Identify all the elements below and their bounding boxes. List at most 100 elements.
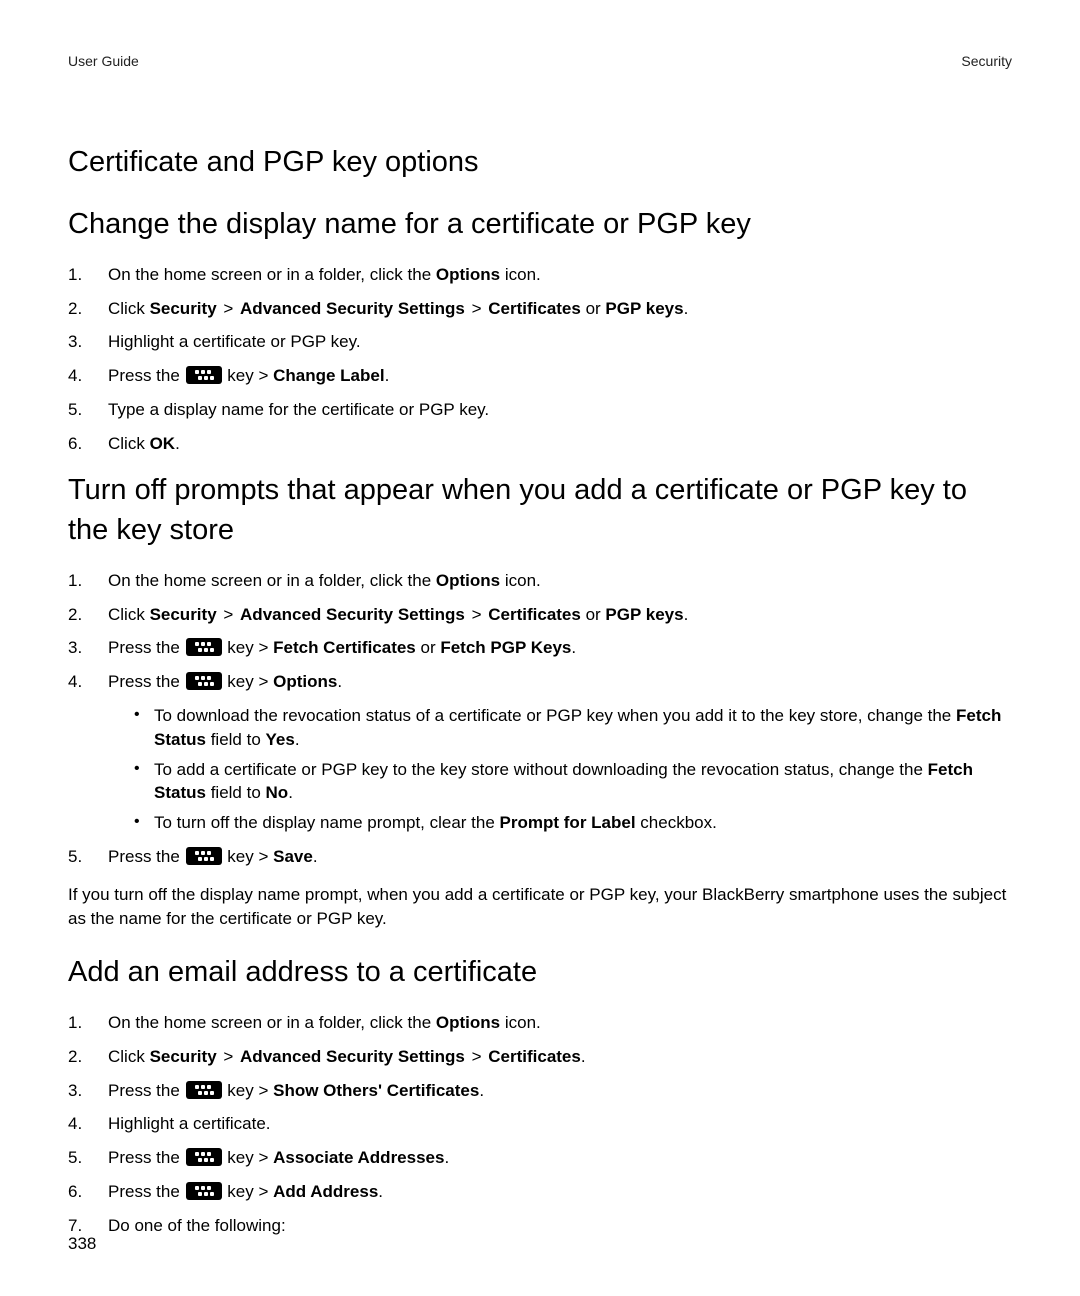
bold: Security xyxy=(150,605,217,624)
section-a-title: Change the display name for a certificat… xyxy=(68,204,1012,245)
bullet-text: To turn off the display name prompt, cle… xyxy=(154,813,500,832)
step: Press the key > Add Address. xyxy=(68,1180,1012,1204)
bullet-text: To add a certificate or PGP key to the k… xyxy=(154,760,928,779)
step-text: icon. xyxy=(500,265,541,284)
step-text: On the home screen or in a folder, click… xyxy=(108,571,436,590)
running-header: User Guide Security xyxy=(68,52,1012,72)
bold: Yes xyxy=(266,730,295,749)
separator: > xyxy=(217,1047,240,1066)
step: Click Security > Advanced Security Setti… xyxy=(68,1045,1012,1069)
step-text: icon. xyxy=(500,571,541,590)
step-text: . xyxy=(479,1081,484,1100)
step-text: key > xyxy=(223,847,274,866)
bullet-text: To download the revocation status of a c… xyxy=(154,706,956,725)
step: Press the key > Fetch Certificates or Fe… xyxy=(68,636,1012,660)
step-text: . xyxy=(684,299,689,318)
menu-key-icon xyxy=(186,1081,222,1099)
bold: PGP keys xyxy=(605,605,683,624)
step: Do one of the following: xyxy=(68,1214,1012,1238)
bullet: To turn off the display name prompt, cle… xyxy=(132,811,1012,835)
page: User Guide Security Certificate and PGP … xyxy=(0,0,1080,1296)
step-text: . xyxy=(175,434,180,453)
bold: Advanced Security Settings xyxy=(240,605,465,624)
step: Highlight a certificate. xyxy=(68,1112,1012,1136)
step-text: Do one of the following: xyxy=(108,1216,286,1235)
bold: Options xyxy=(273,672,337,691)
section-c-title: Add an email address to a certificate xyxy=(68,952,1012,993)
separator: > xyxy=(217,299,240,318)
step-text: Press the xyxy=(108,847,185,866)
bold: Certificates xyxy=(488,299,581,318)
header-left: User Guide xyxy=(68,52,139,72)
section-a-steps: On the home screen or in a folder, click… xyxy=(68,263,1012,456)
step-text: Press the xyxy=(108,672,185,691)
bullet-text: . xyxy=(288,783,293,802)
step-text: . xyxy=(444,1148,449,1167)
step-text: Press the xyxy=(108,1081,185,1100)
step-text: . xyxy=(684,605,689,624)
step: Press the key > Options. To download the… xyxy=(68,670,1012,835)
bold: Change Label xyxy=(273,366,384,385)
bold: Show Others' Certificates xyxy=(273,1081,479,1100)
bold: Advanced Security Settings xyxy=(240,1047,465,1066)
step-text: key > xyxy=(223,1081,274,1100)
separator: > xyxy=(217,605,240,624)
step-text: Press the xyxy=(108,1148,185,1167)
menu-key-icon xyxy=(186,638,222,656)
bullet: To add a certificate or PGP key to the k… xyxy=(132,758,1012,806)
step-text: Click xyxy=(108,299,150,318)
separator: > xyxy=(465,605,488,624)
step-text: . xyxy=(581,1047,586,1066)
menu-key-icon xyxy=(186,1182,222,1200)
separator: > xyxy=(465,1047,488,1066)
sub-bullets: To download the revocation status of a c… xyxy=(108,704,1012,835)
step-text: Click xyxy=(108,1047,150,1066)
step-text: Press the xyxy=(108,638,185,657)
bold: Certificates xyxy=(488,605,581,624)
bold: No xyxy=(266,783,289,802)
step: Press the key > Associate Addresses. xyxy=(68,1146,1012,1170)
step: On the home screen or in a folder, click… xyxy=(68,569,1012,593)
step-text: Highlight a certificate. xyxy=(108,1114,271,1133)
page-number: 338 xyxy=(68,1232,96,1256)
step: Click OK. xyxy=(68,432,1012,456)
section-b-title: Turn off prompts that appear when you ad… xyxy=(68,470,1012,551)
menu-key-icon xyxy=(186,1148,222,1166)
header-right: Security xyxy=(961,52,1012,72)
step-text: key > xyxy=(223,366,274,385)
menu-key-icon xyxy=(186,847,222,865)
step-text: . xyxy=(571,638,576,657)
separator: > xyxy=(465,299,488,318)
step: On the home screen or in a folder, click… xyxy=(68,1011,1012,1035)
menu-key-icon xyxy=(186,672,222,690)
step: Press the key > Save. xyxy=(68,845,1012,869)
section-b-note: If you turn off the display name prompt,… xyxy=(68,883,1012,931)
bold: Options xyxy=(436,571,500,590)
step-text: key > xyxy=(223,1148,274,1167)
bold: Save xyxy=(273,847,313,866)
step-text: . xyxy=(385,366,390,385)
step-text: . xyxy=(378,1182,383,1201)
step-text: . xyxy=(337,672,342,691)
step-text: . xyxy=(313,847,318,866)
bullet-text: field to xyxy=(206,783,266,802)
step-text: On the home screen or in a folder, click… xyxy=(108,1013,436,1032)
bold: OK xyxy=(150,434,176,453)
step-text: Press the xyxy=(108,1182,185,1201)
bold: Fetch PGP Keys xyxy=(440,638,571,657)
bullet: To download the revocation status of a c… xyxy=(132,704,1012,752)
menu-key-icon xyxy=(186,366,222,384)
step-text: key > xyxy=(223,638,274,657)
step-text: Type a display name for the certificate … xyxy=(108,400,489,419)
step: On the home screen or in a folder, click… xyxy=(68,263,1012,287)
step-text: or xyxy=(581,605,606,624)
section-c-steps: On the home screen or in a folder, click… xyxy=(68,1011,1012,1238)
bullet-text: . xyxy=(295,730,300,749)
page-title: Certificate and PGP key options xyxy=(68,142,1012,183)
step-text: Press the xyxy=(108,366,185,385)
bold: Add Address xyxy=(273,1182,378,1201)
step: Highlight a certificate or PGP key. xyxy=(68,330,1012,354)
step: Click Security > Advanced Security Setti… xyxy=(68,297,1012,321)
step: Type a display name for the certificate … xyxy=(68,398,1012,422)
bullet-text: field to xyxy=(206,730,266,749)
